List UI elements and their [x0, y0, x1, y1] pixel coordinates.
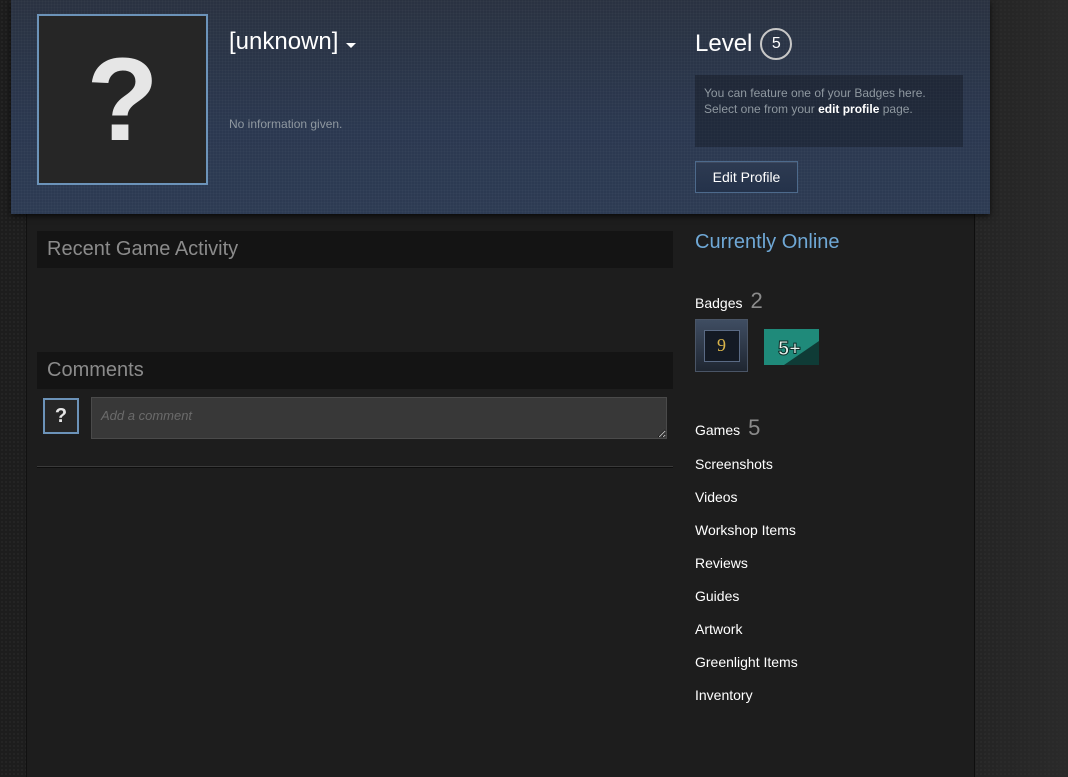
comment-input[interactable]: [91, 397, 667, 439]
level-label: Level: [695, 30, 753, 57]
edit-profile-button[interactable]: Edit Profile: [695, 161, 798, 193]
inventory-link[interactable]: Inventory: [695, 688, 798, 721]
profile-item-links: Screenshots Videos Workshop Items Review…: [695, 457, 798, 721]
profile-level: Level 5: [695, 28, 793, 60]
avatar-placeholder-icon: ?: [86, 33, 159, 166]
avatar-placeholder-icon: ?: [54, 404, 68, 427]
recent-game-activity-heading: Recent Game Activity: [37, 231, 673, 268]
workshop-items-link[interactable]: Workshop Items: [695, 523, 798, 556]
badge-level-9[interactable]: 9: [695, 319, 748, 372]
comments-divider: [37, 466, 673, 468]
profile-header: ? [unknown] No information given. Level …: [11, 0, 990, 214]
comment-avatar: ?: [43, 398, 79, 434]
badge-years-text: 5+: [778, 338, 801, 360]
chevron-down-icon[interactable]: [346, 42, 357, 48]
online-status: Currently Online: [695, 231, 840, 253]
guides-link[interactable]: Guides: [695, 589, 798, 622]
badges-label: Badges: [695, 295, 743, 311]
profile-avatar[interactable]: ?: [37, 14, 208, 185]
persona-name: [unknown]: [229, 28, 339, 55]
games-link[interactable]: Games 5: [695, 415, 760, 441]
edit-profile-link[interactable]: edit profile: [818, 102, 879, 116]
badge-level-9-icon: 9: [703, 329, 740, 362]
featured-badge-text-post: page.: [879, 102, 913, 116]
games-label: Games: [695, 422, 741, 438]
videos-link[interactable]: Videos: [695, 490, 798, 523]
badges-count: 2: [750, 288, 763, 313]
artwork-link[interactable]: Artwork: [695, 622, 798, 655]
profile-summary: No information given.: [229, 117, 343, 131]
screenshots-link[interactable]: Screenshots: [695, 457, 798, 490]
level-badge: 5: [760, 28, 793, 60]
badge-years-5plus[interactable]: 5+: [764, 329, 819, 365]
games-count: 5: [748, 415, 761, 440]
persona-name-dropdown[interactable]: [unknown]: [229, 28, 357, 56]
featured-badge-placeholder: You can feature one of your Badges here.…: [695, 75, 963, 147]
badges-link[interactable]: Badges 2: [695, 288, 763, 314]
comments-heading: Comments: [37, 352, 673, 389]
greenlight-items-link[interactable]: Greenlight Items: [695, 655, 798, 688]
reviews-link[interactable]: Reviews: [695, 556, 798, 589]
